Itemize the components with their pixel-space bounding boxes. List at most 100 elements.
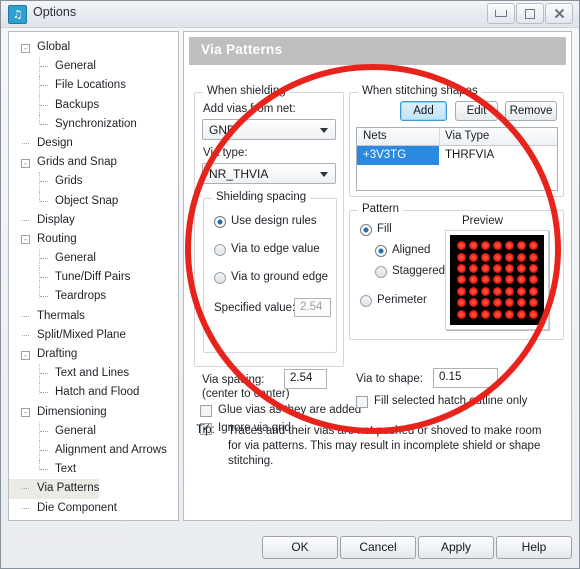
ok-button[interactable]: OK <box>262 536 338 559</box>
preview-via-dot <box>468 286 478 296</box>
tree-connector <box>40 104 48 106</box>
tree-expander-icon[interactable]: - <box>21 408 30 418</box>
checkbox-fill-hatch-outline[interactable]: Fill selected hatch outline only <box>356 395 527 408</box>
table-row[interactable]: +3V3TG THRFVIA <box>357 146 557 165</box>
add-vias-from-net-combo[interactable]: GND <box>202 119 336 140</box>
preview-via-dot <box>492 275 502 285</box>
sidebar-item-dimensioning[interactable]: - Dimensioning <box>9 403 178 422</box>
radio-dot-icon <box>214 272 226 284</box>
radio-dot-icon <box>214 216 226 228</box>
sidebar-item-teardrops[interactable]: Teardrops <box>9 287 178 306</box>
tree-expander-icon[interactable]: - <box>21 43 30 53</box>
sidebar-item-grids-and-snap[interactable]: - Grids and Snap <box>9 153 178 172</box>
sidebar-item-synchronization[interactable]: Synchronization <box>9 114 178 134</box>
edit-button[interactable]: Edit <box>455 101 498 121</box>
sidebar-item-display[interactable]: Display <box>9 211 178 230</box>
add-button[interactable]: Add <box>400 101 447 121</box>
sidebar-item-label: General <box>55 424 96 437</box>
preview-via-dot <box>504 252 514 262</box>
radio-fill-label: Fill <box>377 223 392 235</box>
radio-fill[interactable]: Fill <box>360 223 392 236</box>
sidebar-item-die-component[interactable]: Die Component <box>9 499 178 518</box>
sidebar-item-thermals[interactable]: Thermals <box>9 307 178 326</box>
sidebar-item-label: Alignment and Arrows <box>55 443 167 456</box>
sidebar-item-drafting[interactable]: - Drafting <box>9 345 178 364</box>
sidebar-item-general[interactable]: General <box>9 421 178 441</box>
sidebar-item-global[interactable]: - Global <box>9 38 178 57</box>
settings-tree[interactable]: - Global General File Locations Backups Synch… <box>8 31 179 521</box>
radio-perimeter[interactable]: Perimeter <box>360 294 427 307</box>
sidebar-item-routing[interactable]: - Routing <box>9 230 178 249</box>
radio-via-to-ground-edge[interactable]: Via to ground edge <box>214 271 328 284</box>
via-spacing-label: Via spacing: <box>202 374 265 386</box>
preview-via-dot <box>468 298 478 308</box>
preview-via-dot <box>516 275 526 285</box>
radio-aligned[interactable]: Aligned <box>375 244 430 257</box>
sidebar-item-grids[interactable]: Grids <box>9 172 178 192</box>
sidebar-item-alignment-and-arrows[interactable]: Alignment and Arrows <box>9 440 178 461</box>
sidebar-item-tune-diff-pairs[interactable]: Tune/Diff Pairs <box>9 268 178 288</box>
sidebar-item-file-locations[interactable]: File Locations <box>9 76 178 96</box>
column-header-via-type: Via Type <box>445 130 490 142</box>
sidebar-item-split-mixed-plane[interactable]: Split/Mixed Plane <box>9 326 178 345</box>
preview-via-dot <box>528 286 538 296</box>
preview-via-dot <box>456 286 466 296</box>
preview-via-grid <box>450 235 544 325</box>
settings-content-panel: Via Patterns When shielding Add vias fro… <box>183 31 572 521</box>
sidebar-item-text-and-lines[interactable]: Text and Lines <box>9 364 178 384</box>
radio-staggered[interactable]: Staggered <box>375 265 445 278</box>
preview-via-dot <box>456 275 466 285</box>
tree-connector <box>40 258 48 260</box>
tree-expander-icon[interactable]: - <box>21 350 30 360</box>
checkbox-glue-vias-label: Glue vias as they are added <box>218 404 362 416</box>
preview-via-dot <box>456 298 466 308</box>
sidebar-item-label: Thermals <box>37 309 85 322</box>
sidebar-item-hatch-and-flood[interactable]: Hatch and Flood <box>9 383 178 402</box>
radio-via-to-edge-value[interactable]: Via to edge value <box>214 243 320 256</box>
title-bar: ♫ Options <box>1 1 579 28</box>
tree-connector <box>22 315 29 317</box>
via-type-combo[interactable]: NR_THVIA <box>202 163 336 184</box>
via-to-shape-input[interactable]: 0.15 <box>433 368 498 388</box>
radio-via-to-ground-edge-label: Via to ground edge <box>231 271 328 283</box>
when-shielding-group: When shielding Add vias from net: GND Vi… <box>194 85 344 367</box>
nets-table[interactable]: Nets Via Type +3V3TG THRFVIA <box>356 127 558 191</box>
radio-use-design-rules[interactable]: Use design rules <box>214 215 317 228</box>
sidebar-item-object-snap[interactable]: Object Snap <box>9 191 178 211</box>
apply-button[interactable]: Apply <box>418 536 494 559</box>
via-to-shape-label: Via to shape: <box>356 373 423 385</box>
help-button[interactable]: Help <box>496 536 572 559</box>
radio-via-to-edge-value-label: Via to edge value <box>231 243 320 255</box>
specified-value-input[interactable]: 2.54 <box>294 298 331 317</box>
preview-label: Preview <box>462 215 503 227</box>
tip-text: Traces and their vias are not pushed or … <box>228 425 542 467</box>
checkbox-glue-vias[interactable]: Glue vias as they are added <box>200 404 362 417</box>
when-stitching-shapes-group: When stitching shapes Add Edit Remove Ne… <box>349 85 564 197</box>
via-spacing-input[interactable]: 2.54 <box>284 369 327 389</box>
tree-expander-icon[interactable]: - <box>21 235 30 245</box>
preview-via-dot <box>504 309 514 319</box>
minimize-button[interactable] <box>487 3 515 24</box>
sidebar-item-label: Global <box>37 41 71 53</box>
preview-via-dot <box>504 298 514 308</box>
preview-via-dot <box>516 298 526 308</box>
tree-connector <box>40 200 48 202</box>
sidebar-item-general[interactable]: General <box>9 57 178 77</box>
sidebar-item-general[interactable]: General <box>9 249 178 269</box>
sidebar-item-label: Display <box>37 213 75 226</box>
via-type-value: NR_THVIA <box>209 167 269 181</box>
sidebar-item-design[interactable]: Design <box>9 134 178 153</box>
cancel-button[interactable]: Cancel <box>340 536 416 559</box>
radio-dot-icon <box>214 244 226 256</box>
table-cell-net: +3V3TG <box>357 146 439 165</box>
sidebar-item-via-patterns[interactable]: Via Patterns <box>9 479 178 499</box>
close-button[interactable] <box>545 3 573 24</box>
tree-expander-icon[interactable]: - <box>21 158 30 168</box>
sidebar-item-text[interactable]: Text <box>9 460 178 479</box>
remove-button[interactable]: Remove <box>505 101 557 121</box>
sidebar-item-backups[interactable]: Backups <box>9 95 178 115</box>
maximize-button[interactable] <box>516 3 544 24</box>
pattern-group: Pattern Fill Aligned Staggered Perimeter… <box>349 203 564 340</box>
via-pattern-preview <box>445 230 549 330</box>
tree-connector <box>40 430 48 432</box>
